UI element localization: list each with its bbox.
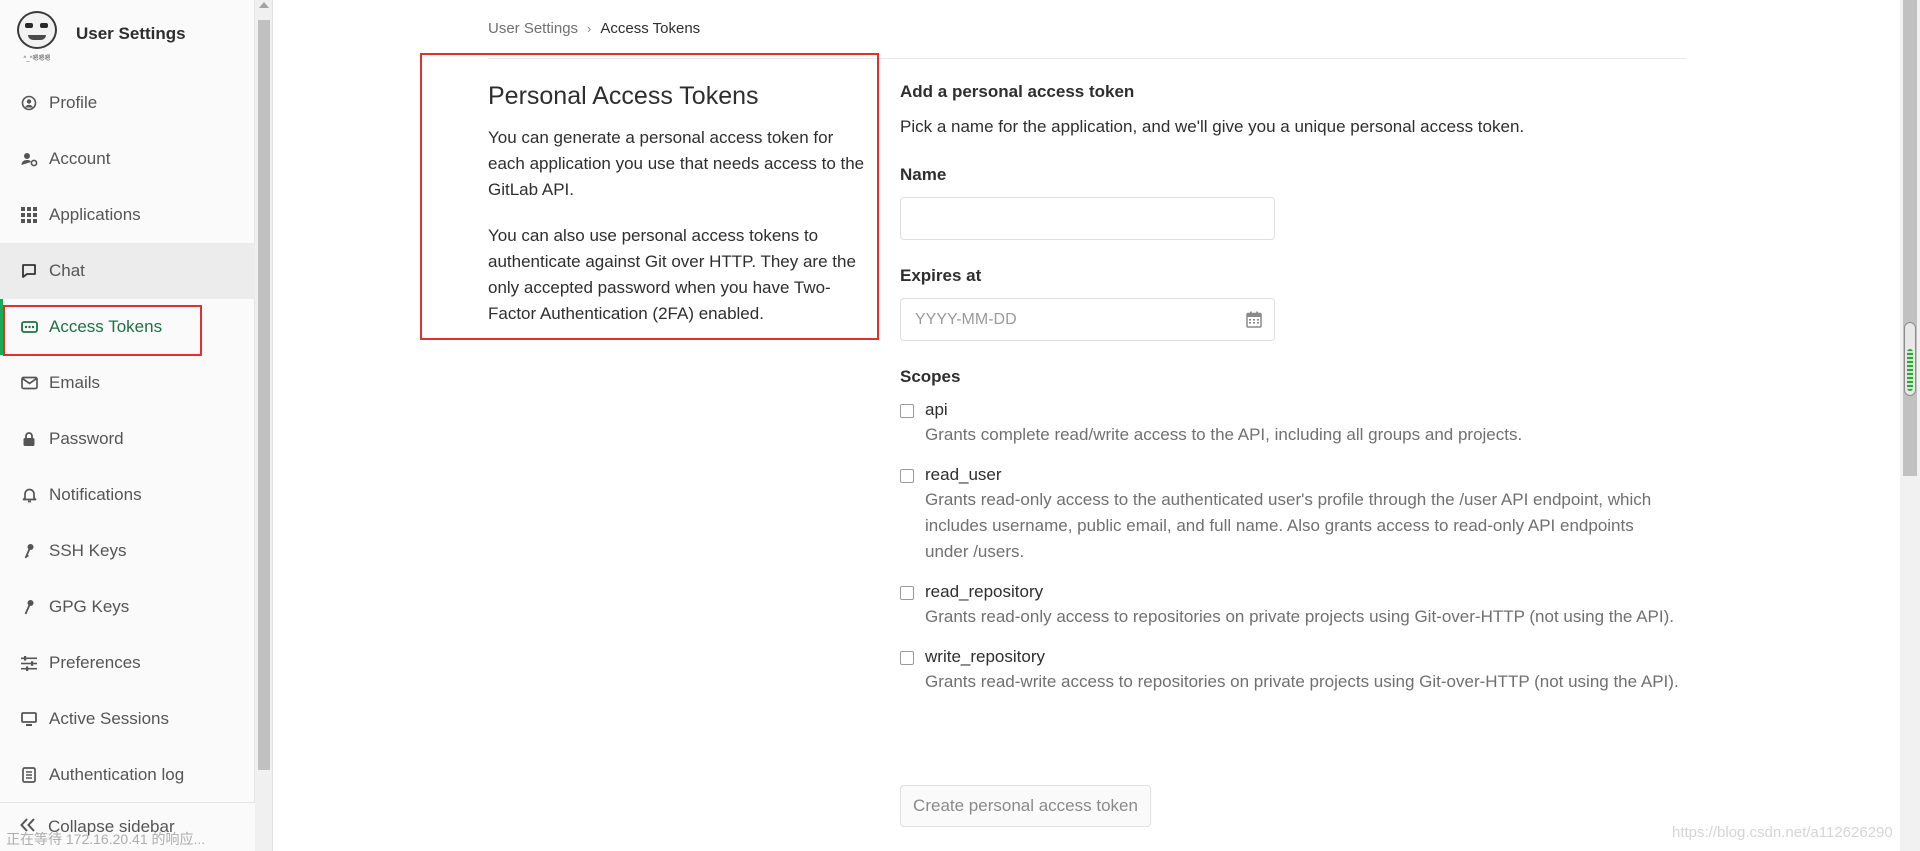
sidebar-item-label: GPG Keys xyxy=(49,597,130,616)
breadcrumb-parent-link[interactable]: User Settings xyxy=(488,20,578,37)
profile-icon xyxy=(20,94,38,112)
sidebar-item-password[interactable]: Password xyxy=(0,411,255,467)
browser-status-text: 正在等待 172.16.20.41 的响应... xyxy=(6,831,206,847)
log-icon xyxy=(20,766,38,784)
key-icon xyxy=(20,598,38,616)
form-heading: Add a personal access token xyxy=(900,82,1135,101)
sidebar-title: User Settings xyxy=(76,24,186,43)
sidebar-item-active-sessions[interactable]: Active Sessions xyxy=(0,691,255,747)
sidebar-item-label: Authentication log xyxy=(49,765,185,784)
sidebar-item-chat[interactable]: Chat xyxy=(0,243,255,299)
expires-label: Expires at xyxy=(900,266,982,285)
sidebar-item-label: Emails xyxy=(49,373,101,392)
sidebar-scrollbar[interactable] xyxy=(255,0,273,851)
applications-icon xyxy=(20,206,38,224)
monitor-icon xyxy=(20,710,38,728)
sidebar-item-label: SSH Keys xyxy=(49,541,127,560)
scope-description: Grants read-write access to repositories… xyxy=(925,672,1679,691)
scope-write-repository-checkbox[interactable] xyxy=(900,651,914,665)
chat-icon xyxy=(20,262,38,280)
scope-read-user-checkbox[interactable] xyxy=(900,469,914,483)
intro-section: Personal Access Tokens You can generate … xyxy=(488,82,868,347)
scope-api-checkbox[interactable] xyxy=(900,404,914,418)
sidebar-item-label: Active Sessions xyxy=(49,709,169,728)
sliders-icon xyxy=(20,654,38,672)
highlight-box-active-item xyxy=(3,305,202,356)
sidebar-item-label: Notifications xyxy=(49,485,142,504)
scope-name[interactable]: write_repository xyxy=(925,647,1680,667)
add-token-form: Add a personal access token Pick a name … xyxy=(900,82,1680,827)
sidebar-item-notifications[interactable]: Notifications xyxy=(0,467,255,523)
sidebar-item-account[interactable]: Account xyxy=(0,131,255,187)
key-icon xyxy=(20,542,38,560)
sidebar-nav: Profile Account Applications Chat Access… xyxy=(0,75,255,803)
page-scrollbar[interactable] xyxy=(1900,0,1920,851)
scope-name[interactable]: read_repository xyxy=(925,582,1680,602)
account-icon xyxy=(20,150,38,168)
page-title: Personal Access Tokens xyxy=(488,82,759,110)
mail-icon xyxy=(20,374,38,392)
scroll-indicator-icon xyxy=(1904,322,1916,396)
sidebar-item-gpg-keys[interactable]: GPG Keys xyxy=(0,579,255,635)
sidebar-item-label: Preferences xyxy=(49,653,141,672)
sidebar-item-label: Chat xyxy=(49,261,85,280)
scope-name[interactable]: api xyxy=(925,400,1680,420)
avatar-caption: ^_^嗯嗯嗯 xyxy=(23,56,51,62)
sidebar-item-label: Applications xyxy=(49,205,141,224)
create-token-button[interactable]: Create personal access token xyxy=(900,785,1151,827)
sidebar-item-emails[interactable]: Emails xyxy=(0,355,255,411)
form-intro: Pick a name for the application, and we'… xyxy=(900,117,1525,136)
scope-read-repository-checkbox[interactable] xyxy=(900,586,914,600)
watermark: https://blog.csdn.net/a112626290 xyxy=(1672,824,1893,841)
scope-api: api Grants complete read/write access to… xyxy=(900,400,1680,448)
scope-read-repository: read_repository Grants read-only access … xyxy=(900,582,1680,630)
scope-read-user: read_user Grants read-only access to the… xyxy=(900,465,1680,565)
main-content: User Settings › Access Tokens Personal A… xyxy=(274,0,1920,851)
scope-name[interactable]: read_user xyxy=(925,465,1680,485)
scroll-up-arrow-icon[interactable] xyxy=(259,2,269,8)
sidebar-item-preferences[interactable]: Preferences xyxy=(0,635,255,691)
bell-icon xyxy=(20,486,38,504)
intro-paragraph: You can also use personal access tokens … xyxy=(488,226,856,323)
scopes-label: Scopes xyxy=(900,367,961,386)
scope-description: Grants read-only access to repositories … xyxy=(925,607,1674,626)
sidebar-item-ssh-keys[interactable]: SSH Keys xyxy=(0,523,255,579)
breadcrumb-current: Access Tokens xyxy=(600,20,701,37)
sidebar-item-authentication-log[interactable]: Authentication log xyxy=(0,747,255,803)
sidebar-item-label: Profile xyxy=(49,93,98,112)
avatar: ^_^嗯嗯嗯 xyxy=(14,9,60,62)
sidebar: ^_^嗯嗯嗯 User Settings Profile Account App… xyxy=(0,0,255,851)
lock-icon xyxy=(20,430,38,448)
sidebar-item-label: Password xyxy=(49,429,124,448)
scope-description: Grants complete read/write access to the… xyxy=(925,425,1523,444)
sidebar-item-applications[interactable]: Applications xyxy=(0,187,255,243)
sidebar-header[interactable]: ^_^嗯嗯嗯 User Settings xyxy=(0,0,255,68)
expires-date-input[interactable]: YYYY-MM-DD xyxy=(900,298,1275,341)
sidebar-item-profile[interactable]: Profile xyxy=(0,75,255,131)
intro-paragraph: You can generate a personal access token… xyxy=(488,128,865,199)
chevron-right-icon: › xyxy=(587,21,592,36)
name-label: Name xyxy=(900,165,947,184)
sidebar-scrollbar-thumb[interactable] xyxy=(258,20,270,770)
scope-description: Grants read-only access to the authentic… xyxy=(925,490,1652,561)
name-input[interactable] xyxy=(900,197,1275,240)
expires-placeholder: YYYY-MM-DD xyxy=(915,310,1017,328)
calendar-icon[interactable] xyxy=(1246,311,1262,333)
scope-write-repository: write_repository Grants read-write acces… xyxy=(900,647,1680,695)
page-scrollbar-thumb[interactable] xyxy=(1903,0,1917,476)
breadcrumb: User Settings › Access Tokens xyxy=(488,20,700,37)
sidebar-item-label: Account xyxy=(49,149,111,168)
